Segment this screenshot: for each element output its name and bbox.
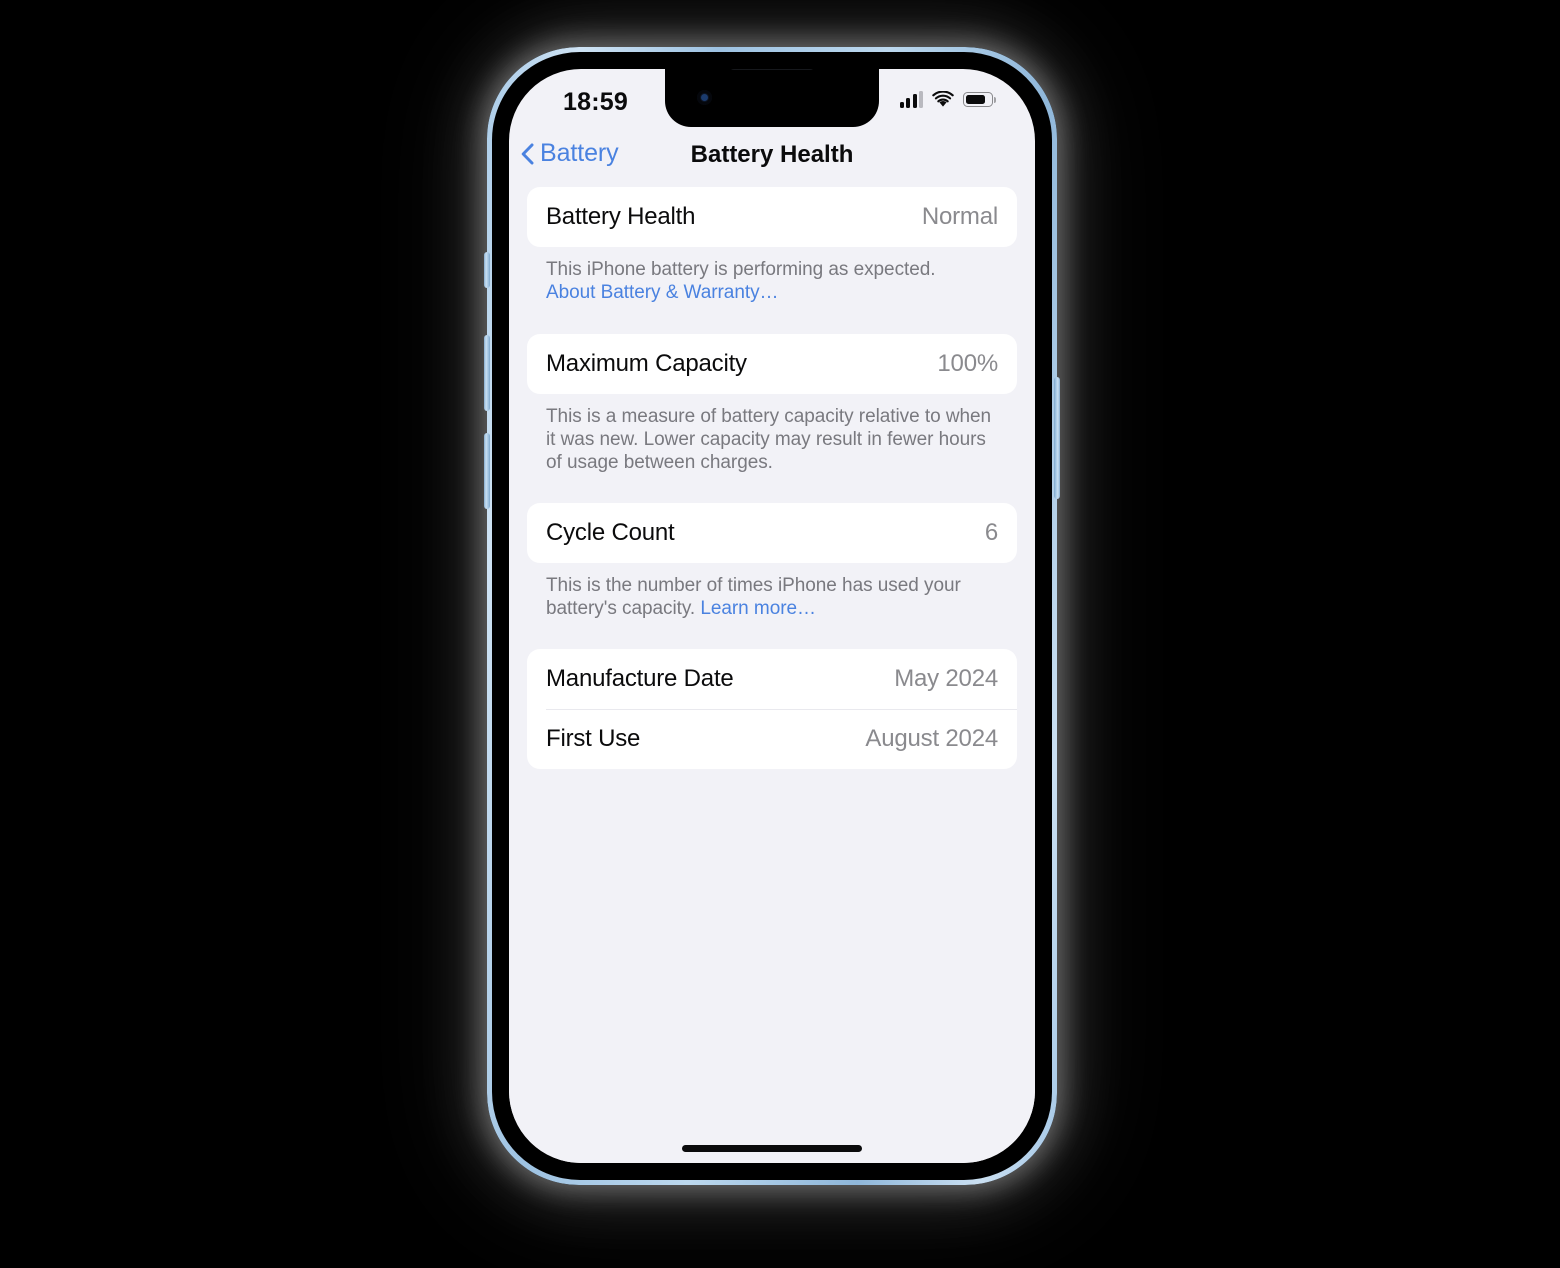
wifi-icon: [932, 91, 954, 107]
section-cycle-count: Cycle Count 6: [527, 502, 1017, 563]
volume-down-button[interactable]: [484, 433, 490, 509]
status-bar-indicators: [899, 91, 997, 108]
row-cycle-count[interactable]: Cycle Count 6: [527, 503, 1017, 563]
footnote-maximum-capacity: This is a measure of battery capacity re…: [527, 394, 1017, 475]
row-label: Cycle Count: [546, 518, 675, 546]
footnote-text: This iPhone battery is performing as exp…: [546, 259, 936, 280]
screenshot-canvas: 18:59 Battery Battery Health Battery Hea…: [0, 0, 1560, 1268]
back-button[interactable]: Battery: [521, 139, 619, 168]
row-label: Manufacture Date: [546, 664, 734, 692]
about-battery-warranty-link[interactable]: About Battery & Warranty…: [546, 282, 779, 303]
row-value: May 2024: [894, 664, 998, 692]
notch: [665, 69, 879, 127]
status-bar-time: 18:59: [563, 88, 628, 116]
chevron-left-icon: [521, 143, 534, 164]
cellular-signal-icon: [899, 91, 923, 108]
footnote-text: This is a measure of battery capacity re…: [546, 405, 992, 474]
row-maximum-capacity[interactable]: Maximum Capacity 100%: [527, 334, 1017, 394]
row-first-use[interactable]: First Use August 2024: [527, 708, 1017, 769]
volume-up-button[interactable]: [484, 335, 490, 411]
iphone-device: 18:59 Battery Battery Health Battery Hea…: [484, 47, 1060, 1185]
phone-screen: 18:59 Battery Battery Health Battery Hea…: [509, 69, 1035, 1163]
navigation-bar: Battery Battery Health: [509, 131, 1035, 187]
earpiece-speaker-icon: [729, 69, 815, 70]
silent-switch-button[interactable]: [484, 252, 490, 288]
row-label: First Use: [546, 724, 641, 752]
row-value: 6: [984, 518, 998, 546]
section-maximum-capacity: Maximum Capacity 100%: [527, 333, 1017, 394]
footnote-cycle-count: This is the number of times iPhone has u…: [527, 563, 1017, 621]
back-button-label: Battery: [540, 139, 619, 167]
battery-fill-level: [965, 94, 986, 105]
front-camera-icon: [697, 90, 712, 105]
row-battery-health[interactable]: Battery Health Normal: [527, 187, 1017, 247]
battery-icon: [963, 92, 997, 107]
row-manufacture-date[interactable]: Manufacture Date May 2024: [527, 649, 1017, 709]
power-button[interactable]: [1054, 377, 1060, 499]
footnote-battery-health: This iPhone battery is performing as exp…: [527, 247, 1017, 305]
settings-list: Battery Health Normal This iPhone batter…: [509, 187, 1035, 1163]
row-value: Normal: [921, 203, 998, 230]
row-label: Maximum Capacity: [546, 349, 747, 377]
home-indicator[interactable]: [682, 1145, 862, 1152]
row-value: August 2024: [865, 724, 998, 752]
section-dates: Manufacture Date May 2024 First Use Augu…: [527, 648, 1017, 769]
row-label: Battery Health: [546, 203, 696, 230]
section-battery-health: Battery Health Normal: [527, 187, 1017, 247]
page-title: Battery Health: [690, 141, 854, 168]
row-value: 100%: [937, 349, 998, 377]
learn-more-link[interactable]: Learn more…: [700, 598, 816, 619]
